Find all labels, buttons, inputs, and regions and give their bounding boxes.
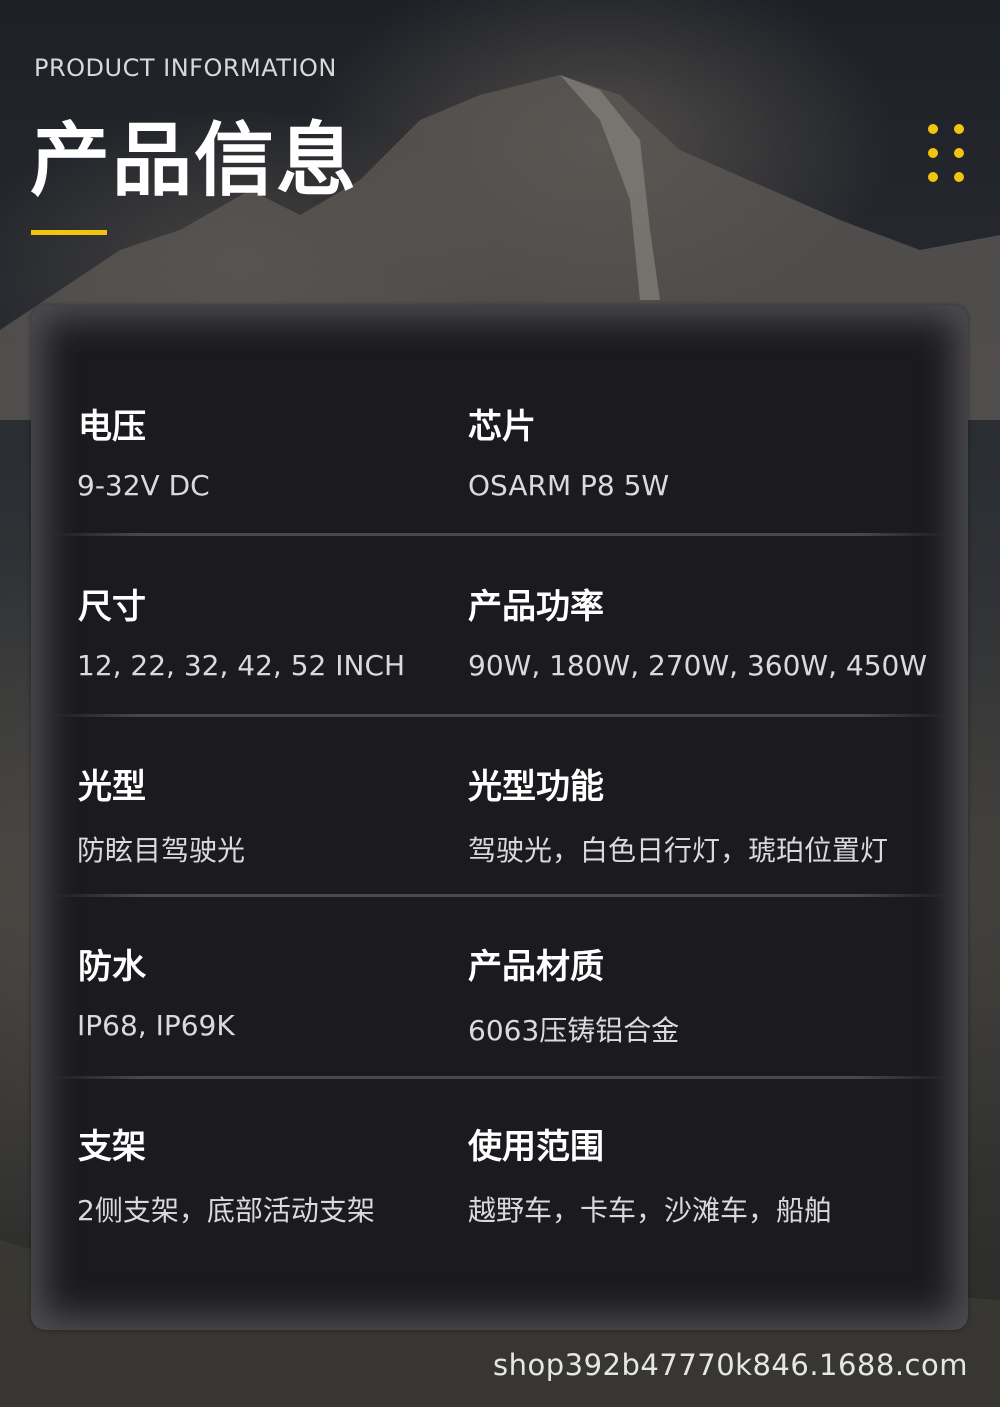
row-divider <box>51 1076 948 1079</box>
spec-row: 尺寸 12, 22, 32, 42, 52 INCH 产品功率 90W, 180… <box>31 575 968 755</box>
spec-row: 防水 IP68, IP69K 产品材质 6063压铸铝合金 <box>31 935 968 1115</box>
row-divider <box>51 533 948 536</box>
section-title: 产品信息 <box>30 114 358 207</box>
spec-label-application: 使用范围 <box>468 1127 604 1167</box>
spec-label-power: 产品功率 <box>468 587 604 627</box>
row-divider <box>51 714 948 717</box>
spec-label-beam-function: 光型功能 <box>468 767 604 807</box>
section-subtitle: PRODUCT INFORMATION <box>34 54 337 82</box>
spec-value-waterproof: IP68, IP69K <box>77 1009 235 1042</box>
spec-label-waterproof: 防水 <box>78 947 146 987</box>
spec-value-voltage: 9-32V DC <box>77 469 210 502</box>
spec-card: 电压 9-32V DC 芯片 OSARM P8 5W 尺寸 12, 22, 32… <box>31 305 968 1330</box>
spec-value-application: 越野车，卡车，沙滩车，船舶 <box>468 1194 833 1227</box>
dot-grid-icon <box>928 124 970 184</box>
shop-watermark: shop392b47770k846.1688.com <box>493 1348 968 1382</box>
spec-value-bracket: 2侧支架，底部活动支架 <box>77 1194 375 1227</box>
spec-row: 支架 2侧支架，底部活动支架 使用范围 越野车，卡车，沙滩车，船舶 <box>31 1115 968 1295</box>
title-underline <box>31 230 107 235</box>
spec-value-beam-function: 驾驶光，白色日行灯，琥珀位置灯 <box>468 834 889 867</box>
spec-row: 光型 防眩目驾驶光 光型功能 驾驶光，白色日行灯，琥珀位置灯 <box>31 755 968 935</box>
spec-label-size: 尺寸 <box>78 587 146 627</box>
spec-label-material: 产品材质 <box>468 947 604 987</box>
spec-label-beam: 光型 <box>78 767 146 807</box>
spec-label-chip: 芯片 <box>468 407 536 447</box>
spec-value-size: 12, 22, 32, 42, 52 INCH <box>77 649 406 682</box>
spec-value-power: 90W, 180W, 270W, 360W, 450W <box>468 649 928 682</box>
spec-row: 电压 9-32V DC 芯片 OSARM P8 5W <box>31 395 968 575</box>
spec-value-material: 6063压铸铝合金 <box>468 1014 680 1047</box>
spec-value-beam: 防眩目驾驶光 <box>77 834 246 867</box>
spec-value-chip: OSARM P8 5W <box>468 469 670 502</box>
spec-label-voltage: 电压 <box>78 407 146 447</box>
row-divider <box>51 894 948 897</box>
spec-label-bracket: 支架 <box>78 1127 146 1167</box>
